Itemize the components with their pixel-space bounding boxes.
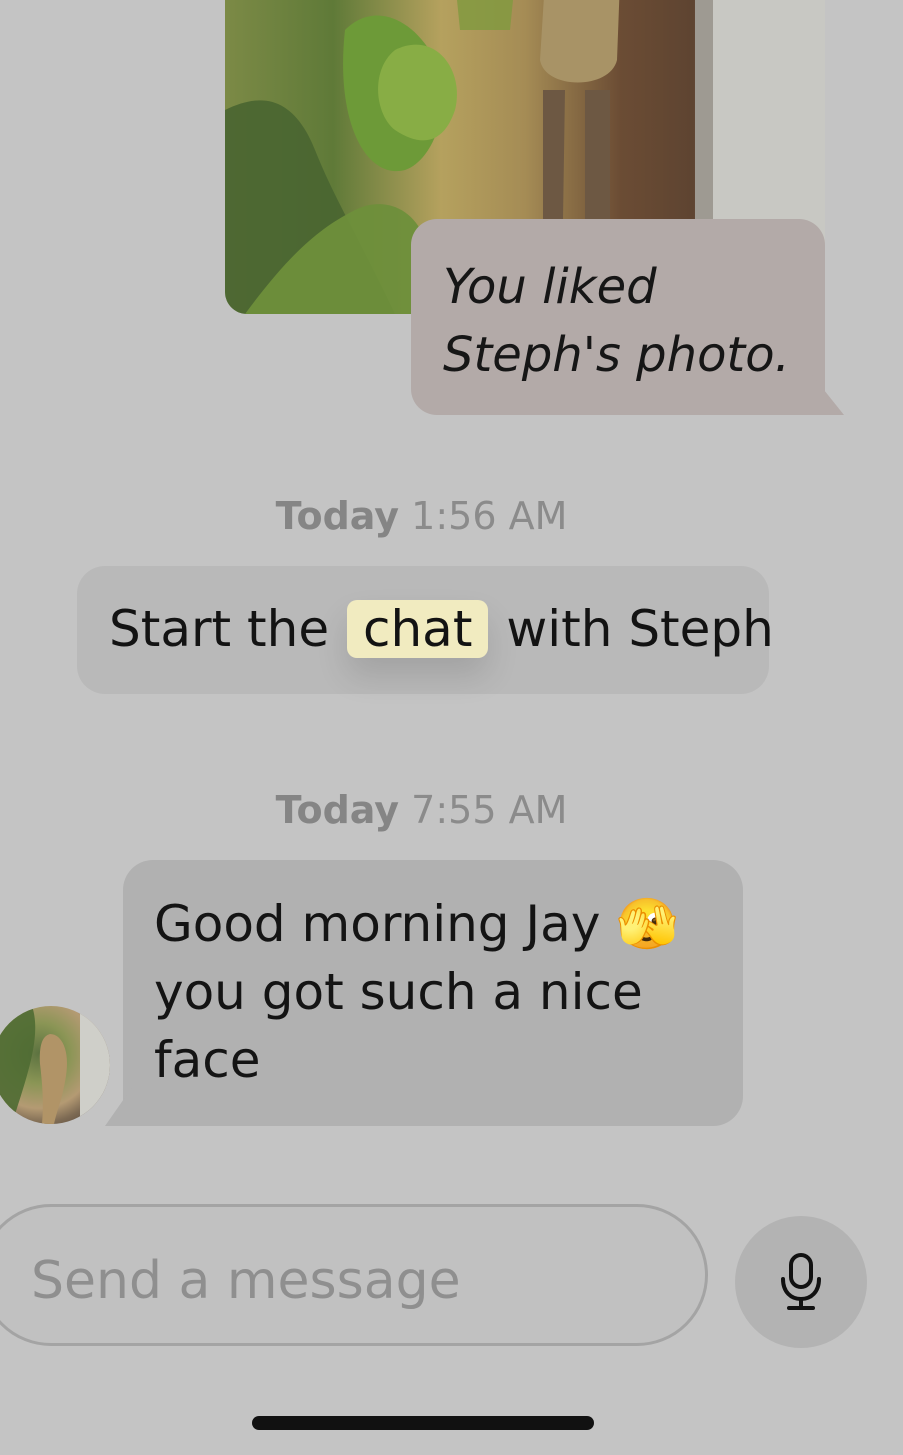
start-chat-after: with Steph	[506, 600, 774, 658]
microphone-button[interactable]	[735, 1216, 867, 1348]
timestamp-day: Today	[275, 788, 400, 832]
start-chat-before: Start the	[109, 600, 330, 658]
timestamp-day: Today	[275, 494, 400, 538]
avatar[interactable]	[0, 1006, 110, 1124]
timestamp-time: 7:55 AM	[411, 788, 568, 832]
message-line2: you got such a nice	[154, 963, 643, 1021]
incoming-message[interactable]: Good morning Jay 🫣 you got such a nice f…	[123, 860, 743, 1126]
message-line3: face	[154, 1031, 261, 1089]
liked-bubble-tail	[812, 375, 844, 415]
home-indicator	[252, 1416, 594, 1430]
microphone-icon	[781, 1253, 821, 1310]
timestamp-time: 1:56 AM	[411, 494, 568, 538]
message-line1: Good morning Jay	[154, 895, 601, 953]
start-chat-banner[interactable]: Start the chat with Steph	[77, 566, 774, 694]
start-chat-highlight[interactable]: chat	[347, 600, 489, 658]
message-input[interactable]: Send a message	[0, 1204, 708, 1346]
liked-photo-text-line2: Steph's photo.	[443, 327, 790, 383]
timestamp-2: Today 7:55 AM	[0, 788, 843, 832]
liked-photo-notice: You liked Steph's photo.	[411, 219, 825, 415]
message-input-placeholder: Send a message	[31, 1251, 461, 1311]
liked-photo-text-line1: You liked	[443, 259, 657, 315]
timestamp-1: Today 1:56 AM	[0, 494, 843, 538]
message-bubble-tail	[105, 1086, 133, 1126]
face-emoji-icon: 🫣	[616, 895, 679, 953]
